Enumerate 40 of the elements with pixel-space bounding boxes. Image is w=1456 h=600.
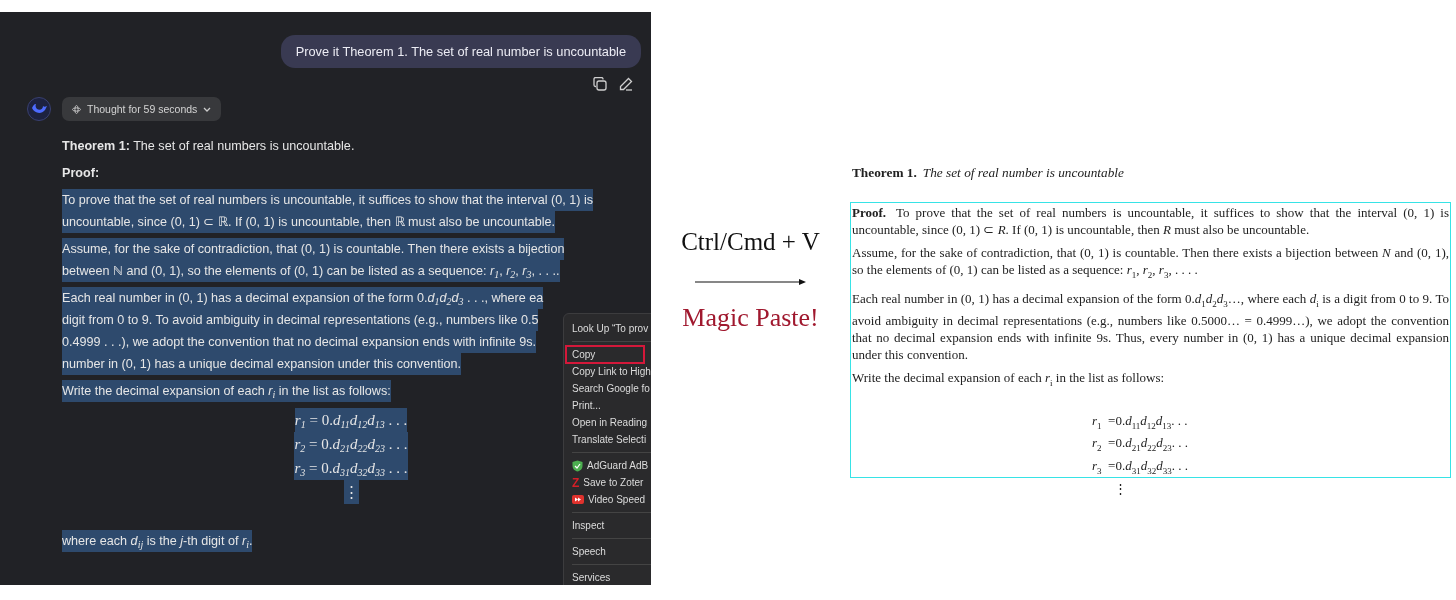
menu-item[interactable]: Video Speed	[564, 491, 650, 508]
paragraph: Write the decimal expansion of each r$_{i}$ in the list as follows:	[852, 369, 1166, 390]
theorem-statement: The set of real number is uncountable	[922, 165, 1124, 180]
equation: r$_{1}$ =0.d$_{11}$d$_{12}$d$_{13}$. . .	[1092, 411, 1188, 433]
shield-icon	[572, 459, 583, 472]
edit-icon[interactable]	[619, 77, 633, 91]
vertical-dots: ⋮	[343, 480, 359, 504]
atom-icon	[72, 104, 81, 114]
copy-icon[interactable]	[593, 77, 607, 91]
menu-item[interactable]: Search Google fo	[564, 380, 650, 397]
menu-item[interactable]: Look Up “To prov	[564, 320, 650, 337]
paragraph: Each real number in (0, 1) has a decimal expansion of the form 0.d$_{1}$d$_{2}$d$_{3}$…, where each d$_{i}$ is a digit from 0 to 9. To avoid ambiguity in decimal representations (e.g., numbers like 0.5000… = 0.4999…), we adopt the convention that no decimal expansion ends with infinite 9s. Thus, every number in (0, 1) has a unique decimal expansion under this convention.	[852, 289, 1449, 364]
equation: r$_{3}$ = 0.d$_{31}$d$_{32}$d$_{33}$ . . .	[294, 456, 408, 480]
text-line: Theorem 1: The set of real numbers is uncountable.	[62, 138, 355, 155]
thought-toggle-button[interactable]: Thought for 59 seconds	[62, 97, 222, 121]
theorem-label: Theorem 1.	[852, 165, 917, 180]
equation: r$_{2}$ = 0.d$_{21}$d$_{22}$d$_{23}$ . . .	[294, 432, 408, 456]
user-message: Prove it Theorem 1. The set of real number is uncountable	[280, 35, 641, 68]
menu-item[interactable]: Print...	[564, 397, 650, 414]
equation: r$_{1}$ = 0.d$_{11}$d$_{12}$d$_{13}$ . . .	[294, 408, 408, 432]
paragraph: Assume, for the sake of contradiction, that (0, 1) is countable. Then there exists a bijection between N and (0, 1), so the elements of (0, 1) can be listed as a sequence: r$_{1}$, r$_{2}$, r$_{3}$, . . . .	[852, 244, 1449, 282]
menu-item[interactable]: Copy	[566, 346, 644, 363]
menu-item[interactable]: AdGuard AdB	[564, 457, 650, 474]
equation: r$_{3}$ =0.d$_{31}$d$_{32}$d$_{33}$. . .	[1092, 456, 1188, 478]
vertical-dots: ⋮	[1113, 479, 1127, 497]
menu-item[interactable]: Translate Selecti	[564, 431, 650, 448]
fast-forward-icon	[572, 495, 584, 504]
equation: r$_{2}$ =0.d$_{21}$d$_{22}$d$_{23}$. . .	[1092, 434, 1188, 455]
menu-item[interactable]: Copy Link to High	[564, 363, 650, 380]
zotero-letter-icon: Z	[572, 476, 580, 489]
menu-item[interactable]: Speech	[564, 543, 650, 560]
menu-item[interactable]: Services	[564, 569, 650, 585]
menu-item[interactable]: Inspect	[564, 517, 650, 534]
proof-heading: Proof:	[62, 165, 100, 182]
chevron-down-icon	[203, 106, 212, 112]
menu-item[interactable]: Z Save to Zoter	[564, 474, 650, 491]
shortcut-label: Ctrl/Cmd + V	[681, 228, 820, 256]
caption-text: Magic Paste!	[682, 303, 819, 333]
paragraph: Proof. To prove that the set of real numbers is uncountable, it suffices to show that the interval (0, 1) is uncountable, since (0, 1) ⊂ R. If (0, 1) is uncountable, then R must also be uncountable.	[852, 204, 1449, 238]
menu-item[interactable]: Open in Reading	[564, 414, 650, 431]
